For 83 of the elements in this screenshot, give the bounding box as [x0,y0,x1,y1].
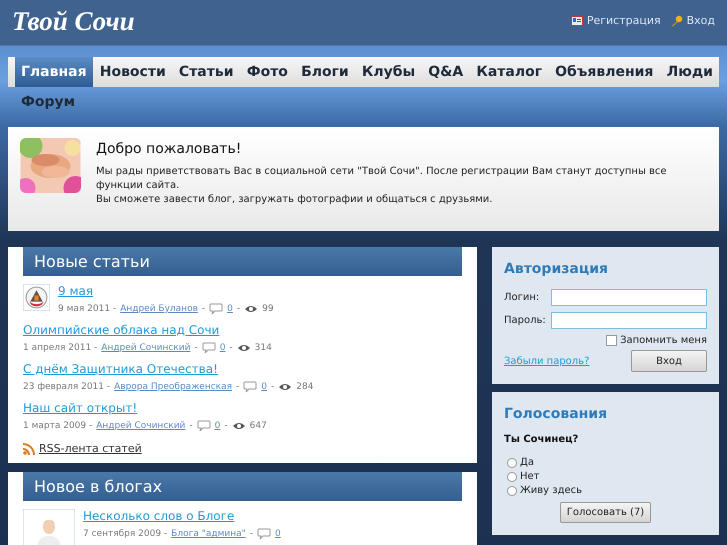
meta-text: - [229,343,233,353]
article-link[interactable]: Олимпийские облака над Сочи [23,323,272,337]
nav-tab[interactable]: Объявления [549,57,660,87]
nav-tab[interactable]: Блоги [295,57,355,87]
panel-title: Голосования [504,406,608,422]
meta-text: - [236,304,240,314]
nav-tab[interactable]: Фото [240,57,294,87]
radio-button[interactable] [507,472,517,482]
meta-text: - [194,343,198,353]
author-link[interactable]: Блога "админа" [171,529,246,539]
eye-icon [244,304,258,314]
meta-text: 23 февраля 2011 - [23,382,110,392]
comment-count-link[interactable]: 0 [275,529,281,539]
forgot-password-link[interactable]: Забыли пароль? [504,356,590,366]
eye-icon [278,382,292,392]
checkbox[interactable] [606,335,618,346]
article-link[interactable]: 9 мая [58,284,274,298]
author-link[interactable]: Андрей Сочинский [101,343,190,353]
section-header: Новое в блогах [23,472,462,501]
site-logo[interactable]: Твой Сочи [12,6,135,37]
nav-tab[interactable]: Главная [15,57,93,87]
id-card-icon [570,16,583,26]
comment-count-link[interactable]: 0 [220,343,226,353]
view-count: 284 [296,382,314,392]
author-link[interactable]: Аврора Преображенская [114,382,232,392]
key-icon [670,14,683,26]
nav-tab[interactable]: Новости [94,57,172,87]
comment-count-link[interactable]: 0 [214,421,220,431]
header-link[interactable]: Вход [670,14,715,27]
comment-icon [209,303,224,315]
checkbox-label: Запомнить меня [620,335,707,346]
meta-text: - [224,421,228,431]
nav-tab[interactable]: Клубы [356,57,422,87]
comment-icon [257,528,272,540]
input-field[interactable] [551,312,707,329]
comment-icon [202,342,216,354]
meta-text: - [271,382,274,392]
article-link[interactable]: Несколько слов о Блоге [83,509,281,523]
field-label: Логин: [504,292,540,303]
meta-text: - [202,304,206,314]
vote-button[interactable]: Голосовать (7) [560,502,652,523]
nav-tab[interactable]: Форум [15,87,82,117]
meta-text: 7 сентября 2009 - [83,529,168,539]
radio-label: Живу здесь [520,485,582,496]
poll-question: Ты Сочинец? [504,434,580,445]
header-link[interactable]: Регистрация [570,14,661,27]
article-link[interactable]: Наш сайт открыт! [23,401,267,415]
eye-icon [236,343,251,353]
view-count: 99 [262,304,274,314]
author-link[interactable]: Андрей Буланов [120,304,198,314]
nav-tab[interactable]: Каталог [470,57,548,87]
input-field[interactable] [551,289,707,306]
meta-text: 9 мая 2011 - [58,304,116,314]
welcome-text: Мы рады приветствовать Вас в социальной сети "Твой Сочи". После регистрации Вам станут доступны все функции сайта. [96,165,668,193]
nav-tab[interactable]: Q&A [422,57,470,87]
eye-icon [232,421,246,431]
meta-text: - [236,382,240,392]
radio-button[interactable] [507,486,517,496]
radio-label: Нет [520,471,540,482]
section-header: Новые статьи [23,247,462,276]
comment-icon [243,381,258,393]
radio-label: Да [520,457,534,468]
view-count: 314 [254,343,272,353]
meta-text: 1 апреля 2011 - [23,343,98,353]
welcome-title: Добро пожаловать! [96,141,242,157]
panel-title: Авторизация [504,261,610,277]
login-button[interactable]: Вход [631,350,707,372]
nav-tab[interactable]: Статьи [172,57,240,87]
radio-button[interactable] [507,458,517,468]
view-count: 647 [250,421,267,431]
comment-count-link[interactable]: 0 [227,304,233,314]
rss-icon [23,442,35,454]
article-link[interactable]: С днём Защитника Отечества! [23,362,314,376]
comment-icon [196,420,211,432]
comment-count-link[interactable]: 0 [261,382,268,392]
meta-text: 1 марта 2009 - [23,421,92,431]
meta-text: - [189,421,193,431]
rss-link[interactable]: RSS-лента статей [39,442,142,455]
meta-text: - [250,529,254,539]
author-link[interactable]: Андрей Сочинский [96,421,186,431]
welcome-text: Вы сможете завести блог, загружать фотографии и общаться с друзьями. [96,193,494,207]
nav-tab[interactable]: Люди [660,57,719,87]
field-label: Пароль: [504,315,546,326]
